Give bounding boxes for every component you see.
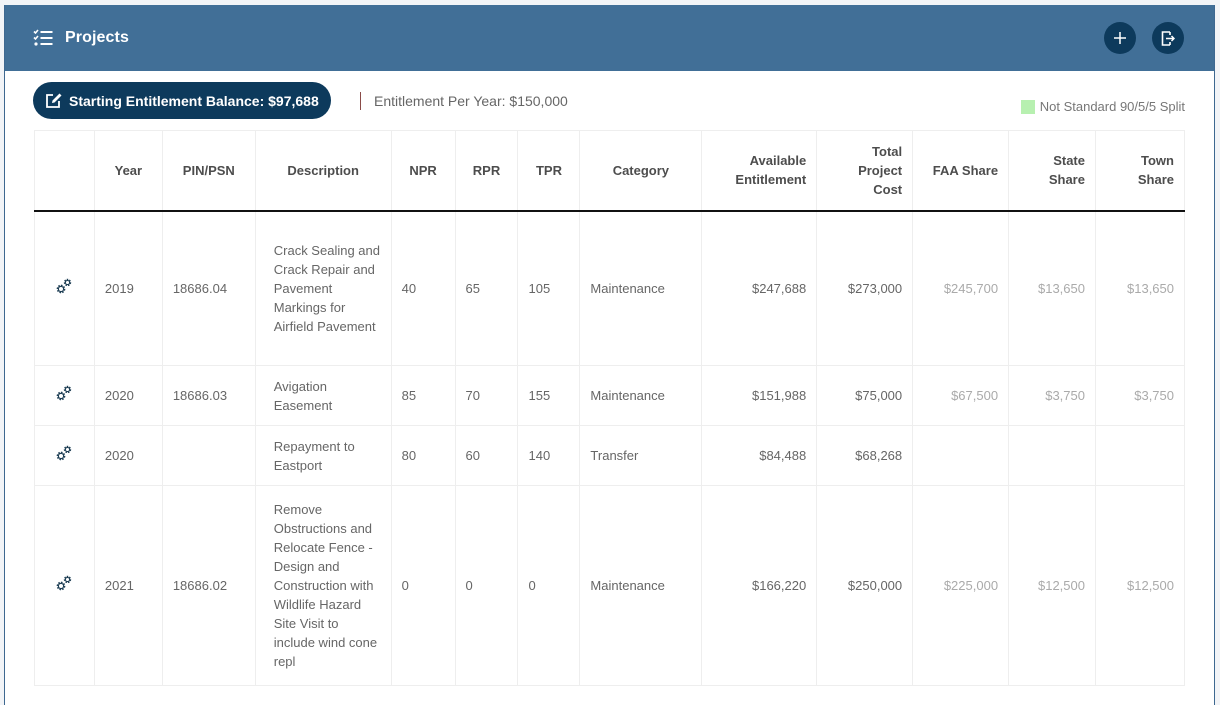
row-actions-cell [34, 425, 95, 486]
year-cell: 2021 [93, 485, 163, 686]
table-row: 2021 18686.02 Remove Obstructions and Re… [34, 485, 1186, 686]
balance-label: Starting Entitlement Balance: $97,688 [69, 92, 319, 109]
pin-cell [161, 425, 256, 486]
total-project-cost-cell: $68,268 [816, 425, 914, 486]
table-row: 2020 Repayment to Eastport 80 60 140 Tra… [34, 425, 1186, 486]
cogs-icon[interactable] [55, 384, 73, 407]
col-header-npr[interactable]: NPR [390, 130, 456, 212]
col-header-total-project-cost[interactable]: Total Project Cost [816, 130, 914, 212]
pin-cell: 18686.02 [161, 485, 256, 686]
town-share-cell: $12,500 [1094, 485, 1186, 686]
export-icon [1161, 30, 1175, 46]
rpr-cell: 0 [454, 485, 519, 686]
available-entitlement-cell: $247,688 [701, 210, 818, 366]
legend-label: Not Standard 90/5/5 Split [1039, 99, 1185, 114]
col-header-rpr[interactable]: RPR [454, 130, 519, 212]
separator [360, 92, 361, 110]
year-cell: 2020 [93, 425, 163, 486]
edit-icon [46, 93, 62, 108]
tpr-cell: 105 [517, 210, 581, 366]
cogs-icon[interactable] [55, 574, 73, 597]
col-header-description[interactable]: Description [254, 130, 392, 212]
town-share-cell: $3,750 [1094, 365, 1186, 426]
town-share-cell: $13,650 [1094, 210, 1186, 366]
faa-share-cell: $67,500 [912, 365, 1010, 426]
available-entitlement-cell: $151,988 [701, 365, 818, 426]
town-share-cell [1094, 425, 1186, 486]
year-cell: 2019 [93, 210, 163, 366]
year-cell: 2020 [93, 365, 163, 426]
description-cell: Remove Obstructions and Relocate Fence -… [254, 485, 392, 686]
tpr-cell: 140 [517, 425, 581, 486]
description-cell: Repayment to Eastport [254, 425, 392, 486]
category-cell: Maintenance [579, 485, 703, 686]
cogs-icon[interactable] [55, 277, 73, 300]
rpr-cell: 60 [454, 425, 519, 486]
col-header-town-share[interactable]: Town Share [1094, 130, 1186, 212]
faa-share-cell: $245,700 [912, 210, 1010, 366]
col-header-category[interactable]: Category [579, 130, 703, 212]
legend: Not Standard 90/5/5 Split [1020, 99, 1185, 114]
category-cell: Maintenance [579, 210, 703, 366]
row-actions-cell [34, 210, 95, 366]
row-actions-cell [34, 485, 95, 686]
rpr-cell: 70 [454, 365, 519, 426]
row-actions-cell [34, 365, 95, 426]
col-header-year[interactable]: Year [93, 130, 163, 212]
table-header-row: Year PIN/PSN Description NPR RPR TPR Cat… [34, 130, 1186, 212]
state-share-cell [1008, 425, 1096, 486]
plus-icon [1114, 32, 1126, 44]
panel-header: Projects [5, 5, 1214, 71]
page-title: Projects [65, 29, 129, 46]
category-cell: Maintenance [579, 365, 703, 426]
description-cell: Crack Sealing and Crack Repair and Pavem… [254, 210, 392, 366]
export-button[interactable] [1152, 22, 1184, 54]
npr-cell: 0 [390, 485, 456, 686]
projects-panel: Projects Starting Entitlement Balance: $… [4, 5, 1215, 705]
available-entitlement-cell: $84,488 [701, 425, 818, 486]
col-header-pin[interactable]: PIN/PSN [161, 130, 256, 212]
table-row: 2020 18686.03 Avigation Easement 85 70 1… [34, 365, 1186, 426]
col-header-available-entitlement[interactable]: Available Entitlement [701, 130, 818, 212]
tasks-list-icon [33, 29, 53, 46]
projects-table: Year PIN/PSN Description NPR RPR TPR Cat… [34, 130, 1186, 686]
edit-balance-button[interactable]: Starting Entitlement Balance: $97,688 [33, 82, 331, 119]
col-header-actions [34, 130, 95, 212]
category-cell: Transfer [579, 425, 703, 486]
cogs-icon[interactable] [55, 444, 73, 467]
total-project-cost-cell: $75,000 [816, 365, 914, 426]
toolbar: Starting Entitlement Balance: $97,688 En… [5, 71, 1214, 127]
col-header-tpr[interactable]: TPR [517, 130, 581, 212]
entitlement-per-year: Entitlement Per Year: $150,000 [374, 93, 568, 109]
npr-cell: 85 [390, 365, 456, 426]
table-row: 2019 18686.04 Crack Sealing and Crack Re… [34, 210, 1186, 366]
faa-share-cell [912, 425, 1010, 486]
total-project-cost-cell: $250,000 [816, 485, 914, 686]
add-project-button[interactable] [1104, 22, 1136, 54]
total-project-cost-cell: $273,000 [816, 210, 914, 366]
state-share-cell: $13,650 [1008, 210, 1096, 366]
rpr-cell: 65 [454, 210, 519, 366]
state-share-cell: $3,750 [1008, 365, 1096, 426]
faa-share-cell: $225,000 [912, 485, 1010, 686]
tpr-cell: 155 [517, 365, 581, 426]
col-header-faa-share[interactable]: FAA Share [912, 130, 1010, 212]
npr-cell: 80 [390, 425, 456, 486]
pin-cell: 18686.04 [161, 210, 256, 366]
col-header-state-share[interactable]: State Share [1008, 130, 1096, 212]
available-entitlement-cell: $166,220 [701, 485, 818, 686]
description-cell: Avigation Easement [254, 365, 392, 426]
legend-swatch [1020, 99, 1035, 114]
tpr-cell: 0 [517, 485, 581, 686]
pin-cell: 18686.03 [161, 365, 256, 426]
npr-cell: 40 [390, 210, 456, 366]
state-share-cell: $12,500 [1008, 485, 1096, 686]
